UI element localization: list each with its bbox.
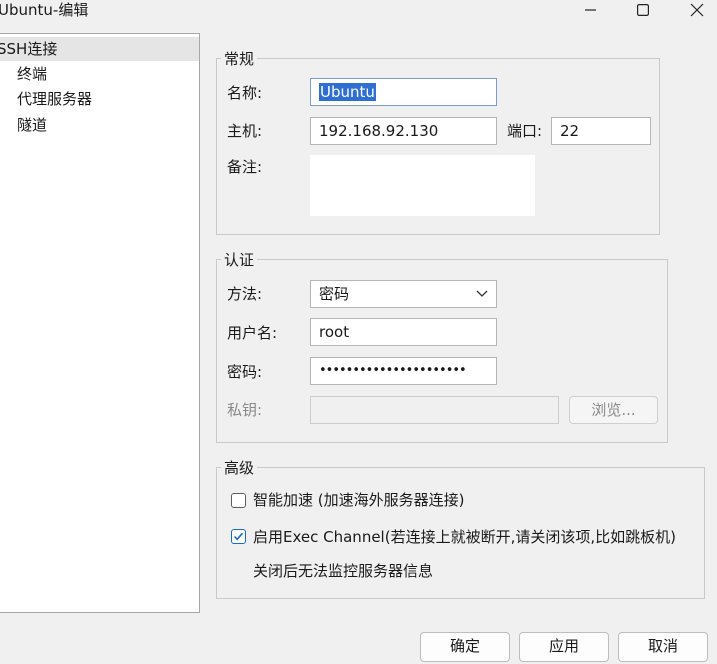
cancel-button[interactable]: 取消 xyxy=(618,632,708,662)
nav-item-terminal[interactable]: 终端 xyxy=(17,63,47,85)
minimize-icon xyxy=(585,9,596,11)
nav-item-proxy[interactable]: 代理服务器 xyxy=(17,88,92,110)
note-field[interactable] xyxy=(310,155,535,216)
ok-button[interactable]: 确定 xyxy=(420,632,510,662)
exec-channel-note: 关闭后无法监控服务器信息 xyxy=(253,562,434,580)
name-label: 名称: xyxy=(227,84,263,102)
general-legend: 常规 xyxy=(221,49,258,69)
password-label: 密码: xyxy=(227,363,263,381)
advanced-legend: 高级 xyxy=(221,458,258,478)
checkmark-icon xyxy=(233,532,244,541)
method-select[interactable]: 密码 xyxy=(310,280,497,308)
maximize-icon xyxy=(637,4,649,16)
minimize-button[interactable] xyxy=(568,0,614,20)
method-value: 密码 xyxy=(319,285,350,303)
auth-legend: 认证 xyxy=(221,250,258,270)
chevron-down-icon xyxy=(476,290,488,297)
private-key-label: 私钥: xyxy=(227,401,263,419)
window-title: Ubuntu-编辑 xyxy=(0,1,89,19)
close-icon xyxy=(690,3,704,17)
port-label: 端口: xyxy=(507,122,543,140)
close-button[interactable] xyxy=(674,0,717,20)
nav-item-ssh[interactable]: SSH连接 xyxy=(0,37,199,61)
maximize-button[interactable] xyxy=(620,0,666,20)
exec-channel-checkbox[interactable] xyxy=(231,529,246,544)
host-field[interactable]: 192.168.92.130 xyxy=(310,117,497,145)
name-field[interactable]: Ubuntu xyxy=(310,78,497,106)
nav-item-label: SSH连接 xyxy=(0,40,58,58)
smart-accel-label[interactable]: 智能加速 (加速海外服务器连接) xyxy=(253,489,464,511)
nav-item-tunnel[interactable]: 隧道 xyxy=(17,114,47,136)
private-key-field[interactable] xyxy=(310,396,559,424)
smart-accel-checkbox[interactable] xyxy=(231,493,246,508)
username-field[interactable]: root xyxy=(310,318,497,346)
method-label: 方法: xyxy=(227,285,263,303)
password-field[interactable]: •••••••••••••••••••••• xyxy=(310,357,497,385)
port-field[interactable]: 22 xyxy=(551,117,651,145)
note-label: 备注: xyxy=(227,158,263,176)
host-label: 主机: xyxy=(227,122,263,140)
apply-button[interactable]: 应用 xyxy=(519,632,609,662)
name-value: Ubuntu xyxy=(319,83,376,101)
username-label: 用户名: xyxy=(227,324,278,342)
exec-channel-label[interactable]: 启用Exec Channel(若连接上就被断开,请关闭该项,比如跳板机) xyxy=(253,526,676,548)
browse-button[interactable]: 浏览... xyxy=(569,396,658,424)
